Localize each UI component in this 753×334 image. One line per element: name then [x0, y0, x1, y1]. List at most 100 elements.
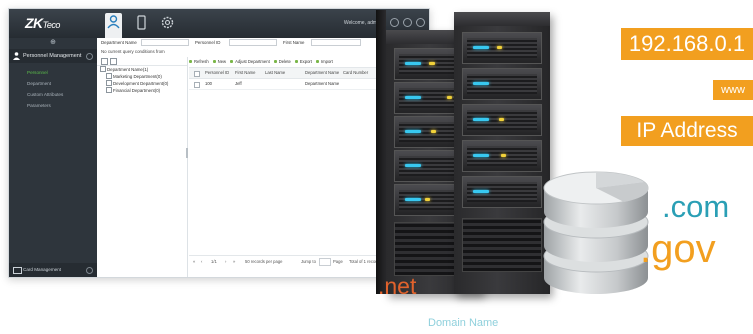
- page-label: Page: [333, 259, 343, 264]
- column-last-name[interactable]: Last Name: [265, 70, 285, 75]
- person-icon: [13, 52, 20, 60]
- com-label: .com: [662, 189, 730, 224]
- rack-top-panel: [454, 12, 550, 26]
- column-personnel-id[interactable]: Personnel ID: [205, 70, 229, 75]
- sidebar-footer-label: Card Management: [23, 267, 62, 272]
- sidebar-item-personnel[interactable]: Personnel: [9, 67, 97, 78]
- tree-node-label: Financial Department(0): [113, 88, 161, 93]
- gear-icon: [161, 16, 174, 29]
- export-button[interactable]: Export: [294, 57, 312, 67]
- sidebar-footer-module[interactable]: Card Management: [9, 263, 97, 277]
- card-icon: [13, 267, 22, 274]
- sidebar-item-department[interactable]: Department: [9, 78, 97, 89]
- tree-checkbox[interactable]: [106, 80, 112, 86]
- department-name-input[interactable]: [141, 39, 189, 46]
- per-page-select[interactable]: 50 records per page: [245, 259, 282, 264]
- expand-all-icon[interactable]: [101, 58, 108, 65]
- page-indicator: 1/1: [211, 259, 217, 264]
- status-led: [405, 62, 421, 65]
- status-led: [497, 46, 502, 49]
- status-led: [405, 198, 421, 201]
- page-number-input[interactable]: [319, 258, 331, 266]
- sidebar-module-label: Personnel Management: [23, 53, 82, 59]
- prev-page-icon[interactable]: ‹: [201, 259, 202, 264]
- info-icon[interactable]: [403, 18, 412, 27]
- tree-node-development[interactable]: Development Department(0): [97, 80, 187, 87]
- personnel-id-input[interactable]: [229, 39, 277, 46]
- ip-tag: 192.168.0.1: [621, 28, 753, 60]
- import-button[interactable]: Import: [315, 57, 333, 67]
- tree-node-marketing[interactable]: Marketing Department(0): [97, 73, 187, 80]
- server-unit: [462, 140, 542, 172]
- logout-icon[interactable]: [416, 18, 425, 27]
- software-window: ZKTeco Welcome, admin ⊕ Personnel Manage…: [8, 8, 430, 278]
- status-led: [473, 154, 489, 157]
- first-name-input[interactable]: [311, 39, 361, 46]
- net-label: .net: [378, 273, 417, 299]
- status-led: [431, 130, 436, 133]
- collapse-all-icon[interactable]: [110, 58, 117, 65]
- system-module-tab[interactable]: [159, 14, 176, 31]
- server-unit: [462, 32, 542, 64]
- sidebar-module-header[interactable]: Personnel Management: [9, 49, 97, 63]
- server-rack-right: [454, 12, 550, 294]
- tree-node-root[interactable]: Department Name(1): [97, 66, 187, 73]
- top-bar: ZKTeco Welcome, admin: [9, 9, 429, 38]
- tree-node-financial[interactable]: Financial Department(0): [97, 87, 187, 94]
- last-page-icon[interactable]: »: [233, 259, 235, 264]
- tree-node-label: Development Department(0): [113, 81, 169, 86]
- next-page-icon[interactable]: ›: [225, 259, 226, 264]
- status-led: [405, 130, 421, 133]
- department-name-label: Department Name: [101, 40, 137, 45]
- column-card-number[interactable]: Card Number: [343, 70, 368, 75]
- tree-checkbox[interactable]: [106, 73, 112, 79]
- device-module-tab[interactable]: [133, 14, 150, 31]
- status-led: [429, 62, 435, 65]
- ip-address-tag: IP Address: [621, 116, 753, 146]
- tree-checkbox[interactable]: [106, 87, 112, 93]
- server-rack-left-side: [376, 10, 386, 294]
- cell-department: Department Name: [305, 81, 340, 86]
- logo-main: ZK: [25, 15, 43, 31]
- collapse-arrow-icon[interactable]: ⊕: [9, 38, 97, 48]
- sidebar-item-custom-attributes[interactable]: Custom Attributes: [9, 89, 97, 100]
- status-led: [473, 46, 489, 49]
- status-led: [473, 82, 489, 85]
- delete-button[interactable]: Delete: [273, 57, 291, 67]
- status-led: [473, 190, 489, 193]
- logo-sub: Teco: [42, 20, 61, 30]
- server-unit: [462, 104, 542, 136]
- status-led: [425, 198, 430, 201]
- sidebar-menu: Personnel Department Custom Attributes P…: [9, 67, 97, 111]
- jump-label: Jump to: [301, 259, 316, 264]
- new-button[interactable]: New: [212, 57, 226, 67]
- refresh-button[interactable]: Refresh: [189, 57, 209, 67]
- tree-toolbar: [97, 57, 187, 66]
- personnel-module-tab[interactable]: [105, 13, 122, 38]
- tree-node-label: Marketing Department(0): [113, 74, 162, 79]
- tree-checkbox[interactable]: [100, 66, 106, 72]
- first-page-icon[interactable]: «: [193, 259, 195, 264]
- column-department-name[interactable]: Department Name: [305, 70, 339, 75]
- first-name-label: First Name: [283, 40, 305, 45]
- status-led: [405, 96, 421, 99]
- personnel-id-label: Personnel ID: [195, 40, 221, 45]
- department-tree: Department Name(1) Marketing Department(…: [97, 57, 188, 277]
- status-led: [447, 96, 452, 99]
- status-led: [499, 118, 504, 121]
- pane-resize-handle[interactable]: [186, 148, 188, 158]
- server-unit: [462, 68, 542, 100]
- expand-toggle-icon[interactable]: [86, 267, 93, 274]
- status-led: [405, 164, 421, 167]
- help-icon[interactable]: [390, 18, 399, 27]
- collapse-toggle-icon[interactable]: [86, 53, 93, 60]
- select-all-checkbox[interactable]: [194, 71, 200, 77]
- zkteco-logo: ZKTeco: [25, 15, 60, 31]
- gov-label: .gov: [640, 227, 716, 271]
- column-first-name[interactable]: First Name: [235, 70, 255, 75]
- row-checkbox[interactable]: [194, 82, 200, 88]
- adjust-department-button[interactable]: Adjust Department: [230, 57, 270, 67]
- server-unit: [462, 176, 542, 208]
- www-tag: www: [713, 80, 753, 100]
- sidebar-item-parameters[interactable]: Parameters: [9, 100, 97, 111]
